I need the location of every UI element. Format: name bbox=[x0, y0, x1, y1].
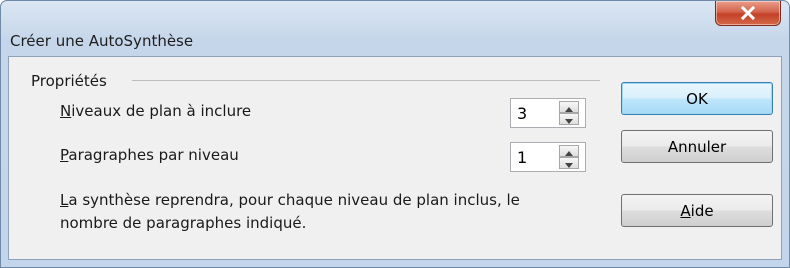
help-mnemonic: A bbox=[680, 201, 691, 220]
paragraphs-value[interactable]: 1 bbox=[517, 148, 527, 167]
help-label-text: ide bbox=[690, 201, 714, 220]
window-title: Créer une AutoSynthèse bbox=[10, 32, 194, 50]
levels-label-text: iveaux de plan à inclure bbox=[71, 102, 252, 120]
paragraphs-label-text: aragraphes par niveau bbox=[68, 146, 239, 164]
cancel-button[interactable]: Annuler bbox=[621, 130, 773, 163]
group-divider bbox=[132, 80, 600, 81]
help-button[interactable]: Aide bbox=[621, 194, 773, 227]
paragraphs-decrement-button[interactable] bbox=[559, 157, 579, 169]
levels-label-mnemonic: N bbox=[60, 102, 72, 120]
cancel-button-label: Annuler bbox=[667, 137, 727, 156]
paragraphs-spinbox[interactable]: 1 bbox=[510, 142, 586, 172]
levels-value[interactable]: 3 bbox=[517, 104, 527, 123]
arrow-down-icon bbox=[565, 154, 573, 172]
ok-button[interactable]: OK bbox=[621, 82, 773, 115]
ok-button-label: OK bbox=[686, 89, 708, 108]
properties-group-label: Propriétés bbox=[31, 72, 107, 90]
paragraphs-label: Paragraphes par niveau bbox=[60, 146, 239, 164]
close-icon bbox=[740, 6, 756, 20]
description-line-1: La synthèse reprendra, pour chaque nivea… bbox=[60, 191, 520, 209]
paragraphs-spin-buttons bbox=[559, 145, 579, 169]
levels-spinbox[interactable]: 3 bbox=[510, 98, 586, 128]
help-button-label: Aide bbox=[680, 202, 713, 220]
description-line-2: nombre de paragraphes indiqué. bbox=[60, 214, 307, 232]
close-button[interactable] bbox=[715, 1, 781, 26]
arrow-down-icon bbox=[565, 110, 573, 128]
levels-decrement-button[interactable] bbox=[559, 113, 579, 125]
levels-label: Niveaux de plan à inclure bbox=[60, 102, 251, 120]
description-line-1-text: a synthèse reprendra, pour chaque niveau… bbox=[68, 191, 520, 209]
levels-spin-buttons bbox=[559, 101, 579, 125]
